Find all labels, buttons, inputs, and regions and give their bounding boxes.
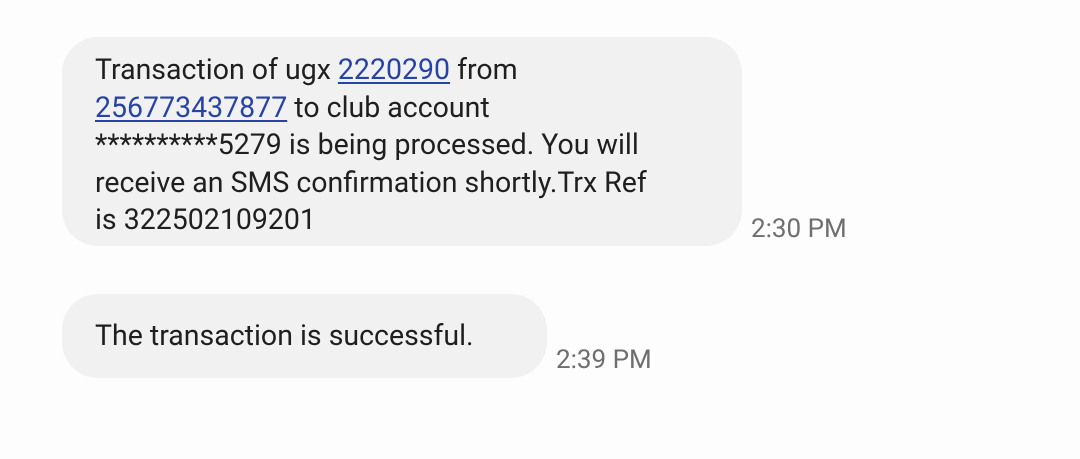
message-bubble[interactable]: Transaction of ugx 2220290 from 25677343… — [62, 37, 742, 246]
message-thread: Transaction of ugx 2220290 from 25677343… — [0, 0, 1080, 459]
message-text: from — [450, 53, 518, 86]
message-timestamp: 2:30 PM — [751, 214, 847, 244]
message-line: 256773437877 to club account — [95, 89, 742, 127]
message-text: to club account — [287, 90, 490, 124]
phone-number-link[interactable]: 256773437877 — [95, 91, 287, 124]
message-timestamp: 2:39 PM — [556, 345, 652, 375]
message-line: **********5279 is being processed. You w… — [95, 128, 639, 161]
message-line: is 322502109201 — [95, 203, 316, 236]
amount-link[interactable]: 2220290 — [338, 53, 450, 86]
message-text: The transaction is successful. — [95, 319, 474, 352]
message-line: Transaction of ugx 2220290 from — [95, 51, 742, 89]
message-line: receive an SMS confirmation shortly.Trx … — [95, 165, 647, 199]
message-text: Transaction of ugx — [95, 53, 338, 86]
message-bubble[interactable]: The transaction is successful. — [62, 294, 547, 378]
